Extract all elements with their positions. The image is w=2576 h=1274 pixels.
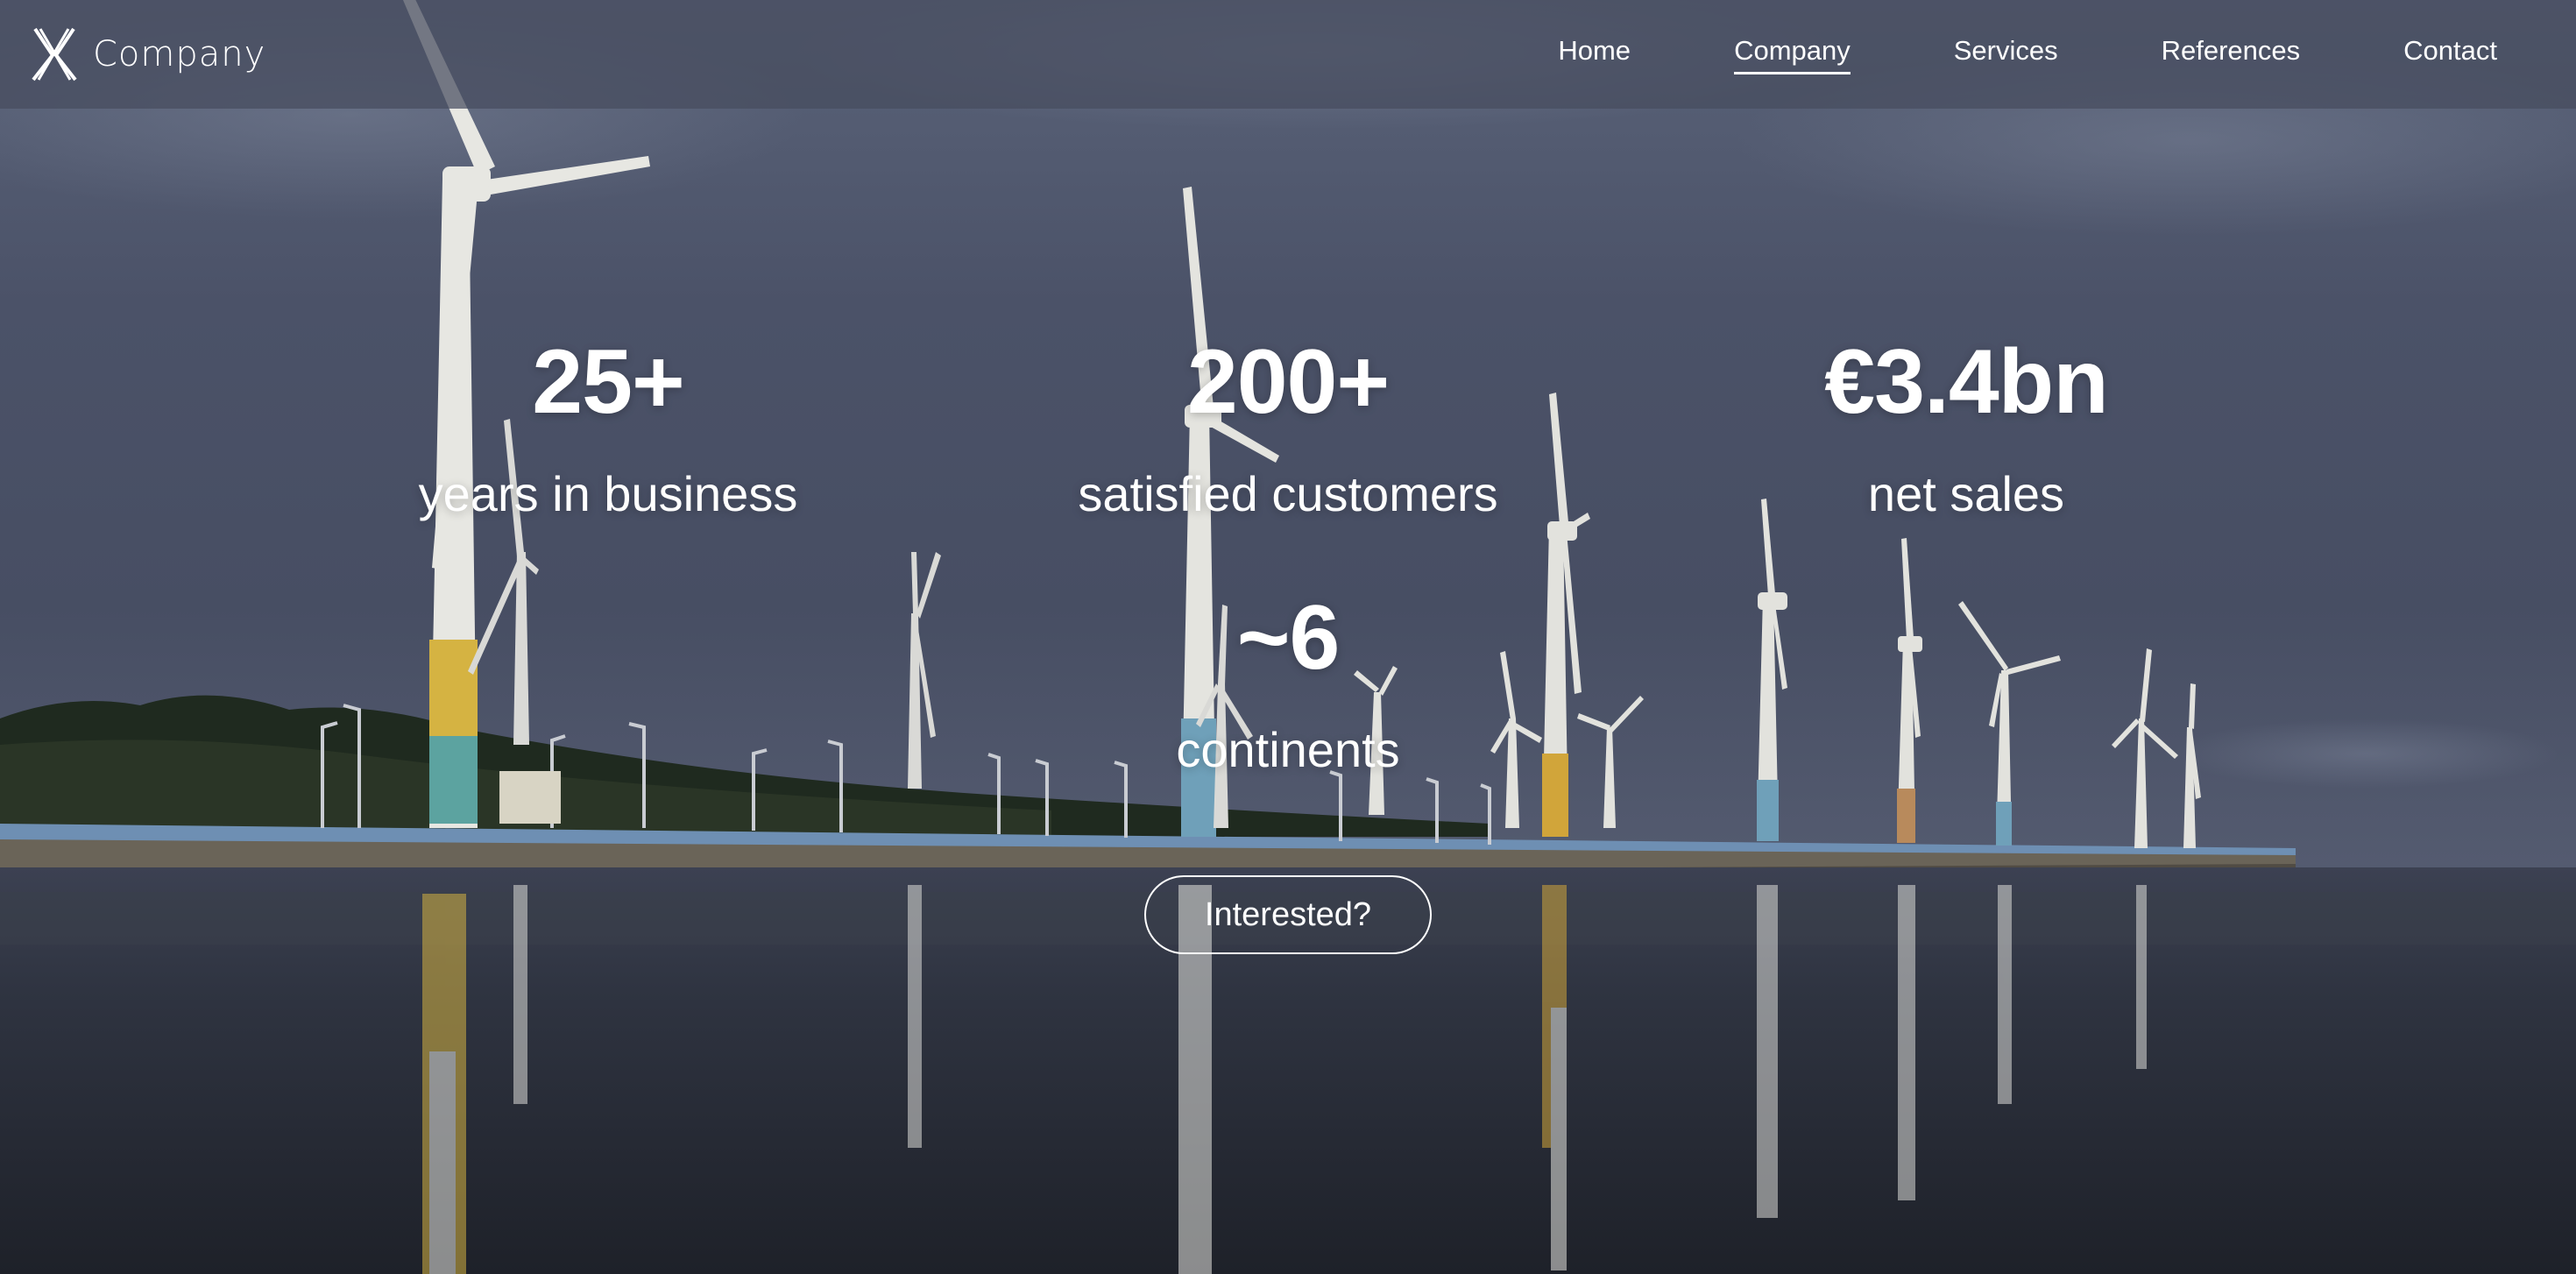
stat-continents: ~6 continents: [1025, 592, 1551, 775]
brand-logo-link[interactable]: Company: [32, 25, 265, 84]
stat-value: ~6: [1236, 587, 1341, 689]
nav-home-link[interactable]: Home: [1558, 35, 1631, 74]
stat-value: 200+: [1186, 331, 1390, 433]
stat-net-sales: €3.4bn net sales: [1703, 336, 2229, 519]
nav-services-link[interactable]: Services: [1954, 35, 2058, 74]
nav-references-link[interactable]: References: [2162, 35, 2301, 74]
main-nav: Home Company Services References Contact: [1454, 0, 2497, 109]
nav-company-link[interactable]: Company: [1734, 35, 1851, 74]
x-logo-icon: [32, 27, 77, 81]
stat-label: net sales: [1867, 466, 2065, 521]
nav-contact-link[interactable]: Contact: [2403, 35, 2497, 74]
stat-years: 25+ years in business: [345, 336, 871, 519]
stat-label: years in business: [418, 466, 798, 521]
stat-label: satisfied customers: [1078, 466, 1498, 521]
interested-button[interactable]: Interested?: [1144, 875, 1432, 954]
stat-label: continents: [1176, 722, 1400, 777]
stat-value: €3.4bn: [1824, 331, 2108, 433]
hero-page: Company Home Company Services References…: [0, 0, 2576, 1274]
stat-customers: 200+ satisfied customers: [1025, 336, 1551, 519]
top-navbar: Company Home Company Services References…: [0, 0, 2576, 109]
stat-value: 25+: [532, 331, 684, 433]
brand-name: Company: [93, 34, 266, 74]
